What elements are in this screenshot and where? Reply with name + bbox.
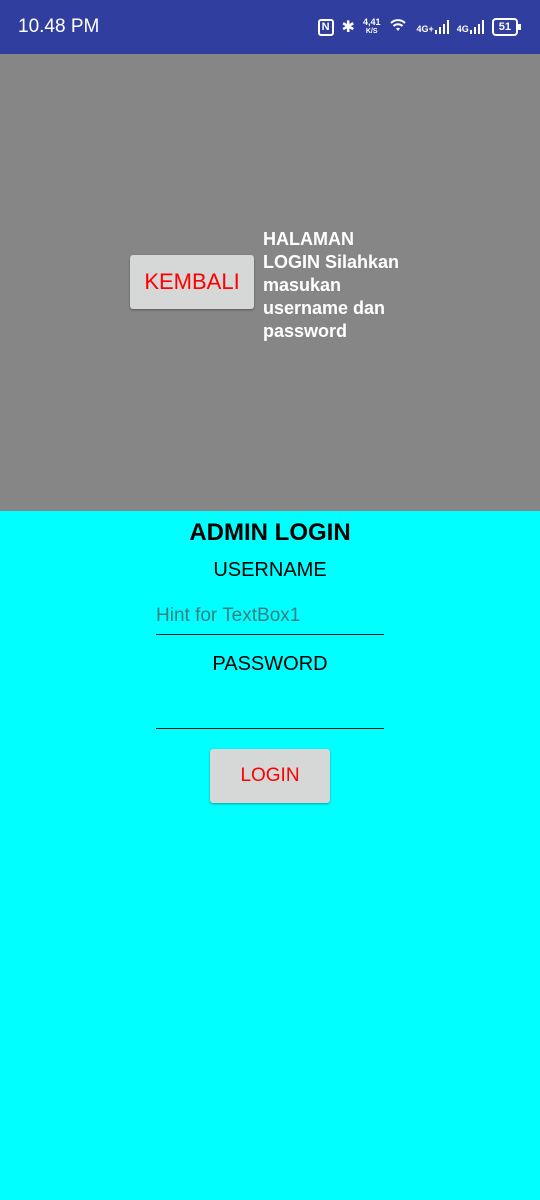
signal-4g-plus-icon: 4G+ [416,20,449,34]
password-label: PASSWORD [212,653,328,675]
status-time: 10.48 PM [18,16,100,37]
username-input[interactable] [156,598,384,635]
status-icons: N ✱ 4,41 K/S 4G+ 4G 51 [317,14,522,40]
status-bar: 10.48 PM N ✱ 4,41 K/S 4G+ 4G 51 [0,0,540,54]
username-label: USERNAME [213,559,327,581]
signal2-label: 4G [456,24,469,34]
bluetooth-icon: ✱ [341,19,355,36]
header-info-text: HALAMAN LOGIN Silahkan masukan username … [263,229,400,341]
signal1-label: 4G+ [416,24,434,34]
nfc-icon: N [317,18,334,36]
wifi-icon [388,17,408,38]
network-speed: 4,41 K/S [363,18,381,36]
signal-4g-icon: 4G [457,20,484,34]
login-button[interactable]: LOGIN [210,749,330,803]
network-speed-value: 4,41 [362,17,381,27]
back-button[interactable]: KEMBALI [130,255,254,309]
password-input[interactable] [156,692,384,729]
network-speed-unit: K/S [365,28,378,35]
page-title: ADMIN LOGIN [189,519,351,546]
battery-icon: 51 [491,18,522,36]
